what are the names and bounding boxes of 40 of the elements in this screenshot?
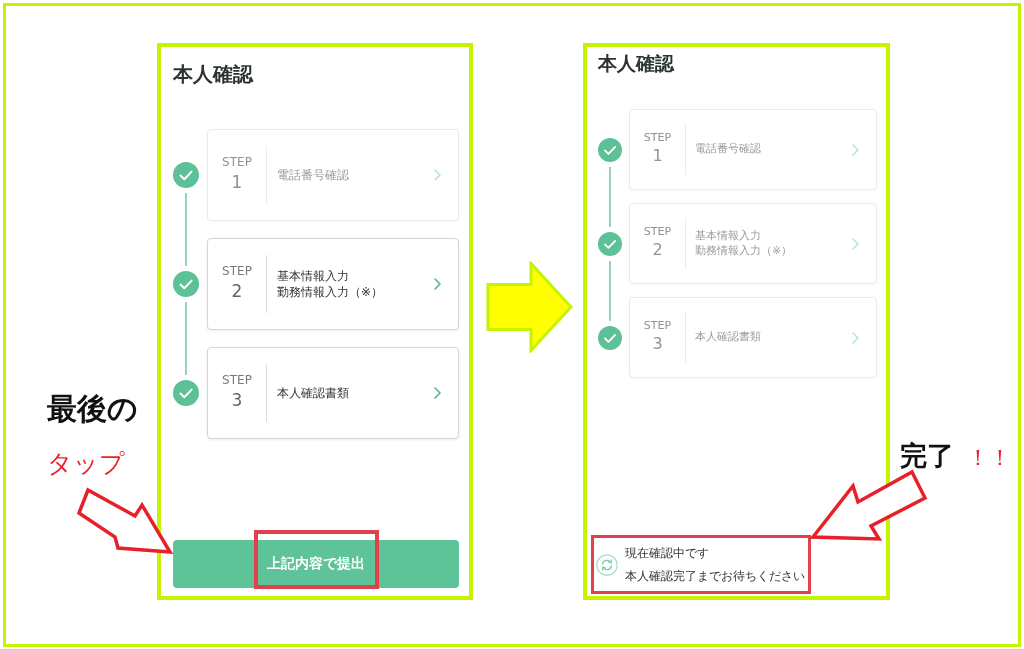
step-number: 1: [231, 170, 243, 194]
chevron-icon: [852, 143, 859, 156]
step-card[interactable]: STEP 3 本人確認書類: [207, 347, 459, 439]
callout-text: 最後の: [47, 394, 138, 424]
chevron-icon: [852, 331, 859, 344]
callout-text: ！！: [967, 447, 1011, 469]
chevron-icon: [434, 278, 441, 290]
step-title: 基本情報入力: [695, 228, 761, 244]
timeline-connector: [609, 166, 611, 227]
step-number: 2: [652, 239, 663, 262]
callout-text: 完了: [900, 442, 954, 469]
chevron-icon: [434, 387, 441, 399]
chevron-icon: [434, 169, 441, 181]
screen-title: 本人確認: [173, 61, 253, 88]
step-label: STEP: [222, 264, 252, 280]
step-number: 3: [231, 388, 243, 412]
step-number: 1: [652, 145, 663, 168]
callout-text: タップ: [47, 451, 125, 476]
screen-title: 本人確認: [598, 51, 674, 76]
status-title: 現在確認中です: [625, 545, 709, 561]
timeline-connector: [609, 260, 611, 321]
step-label: STEP: [222, 155, 252, 171]
step-label: STEP: [643, 225, 672, 240]
chevron-icon: [852, 237, 859, 250]
step-title: 電話番号確認: [695, 142, 761, 157]
step-title: 勤務情報入力（※）: [277, 284, 384, 301]
step-number: 3: [652, 333, 663, 356]
step-title: 電話番号確認: [277, 166, 349, 184]
status-message: 本人確認完了までお待ちください: [625, 569, 805, 584]
step-title: 本人確認書類: [695, 330, 761, 345]
step-label: STEP: [643, 319, 672, 334]
step-label: STEP: [643, 131, 672, 146]
refresh-icon: [596, 553, 618, 576]
step-title: 基本情報入力: [277, 267, 349, 284]
step-label: STEP: [222, 373, 252, 389]
step-card[interactable]: STEP 2 基本情報入力 勤務情報入力（※）: [207, 238, 459, 330]
step-title: 本人確認書類: [277, 384, 349, 402]
step-title: 勤務情報入力（※）: [695, 243, 793, 259]
submit-button[interactable]: 上記内容で提出: [173, 540, 459, 588]
step-number: 2: [231, 279, 243, 303]
